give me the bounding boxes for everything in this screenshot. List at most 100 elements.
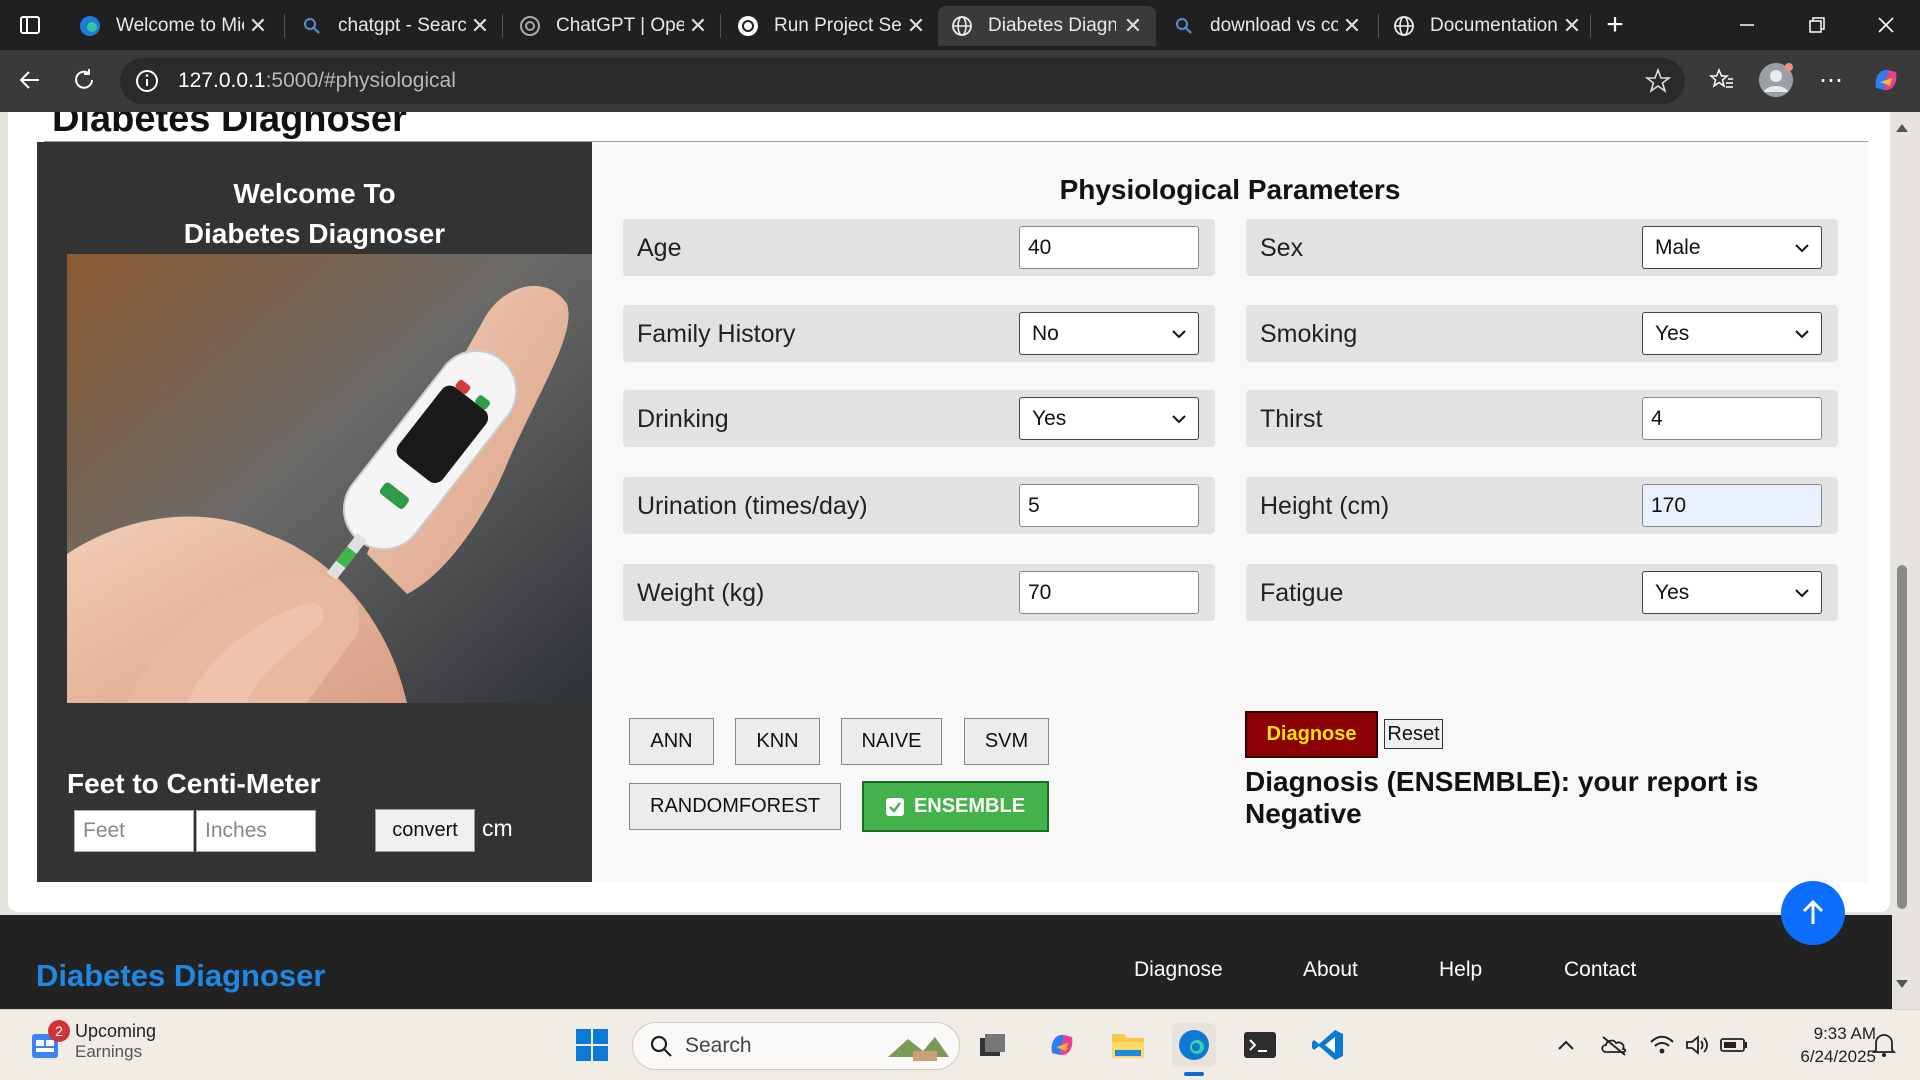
back-icon[interactable] (8, 58, 52, 102)
globe-icon (1392, 14, 1416, 38)
footer-link-diagnose[interactable]: Diagnose (1134, 958, 1223, 982)
tab-actions-icon[interactable] (8, 0, 52, 50)
tab-divider (720, 14, 721, 38)
model-naive-button[interactable]: NAIVE (841, 718, 942, 765)
footer-link-help[interactable]: Help (1439, 958, 1482, 982)
select-value: Yes (1032, 406, 1067, 430)
system-clock[interactable]: 9:33 AM 6/24/2025 (1764, 1022, 1876, 1068)
close-icon[interactable]: ✕ (687, 13, 709, 39)
terminal-icon[interactable] (1238, 1023, 1282, 1067)
restore-icon[interactable] (1795, 0, 1839, 50)
tab-diabetes-diagnoser[interactable]: Diabetes Diagnoser ✕ (938, 6, 1156, 46)
more-menu-icon[interactable]: ⋯ (1809, 58, 1853, 102)
footer-link-about[interactable]: About (1303, 958, 1358, 982)
tab-title: download vs code (1210, 15, 1338, 36)
drinking-select[interactable]: Yes (1019, 397, 1199, 440)
fatigue-select[interactable]: Yes (1642, 571, 1822, 614)
convert-button[interactable]: convert (375, 809, 475, 852)
scroll-up-arrow-icon[interactable] (1895, 122, 1909, 134)
address-bar[interactable]: 127.0.0.1:5000/#physiological (120, 58, 1685, 104)
model-knn-button[interactable]: KNN (735, 718, 820, 765)
thirst-input[interactable]: 4 (1642, 397, 1822, 440)
urination-input[interactable]: 5 (1019, 484, 1199, 527)
reset-button[interactable]: Reset (1384, 719, 1443, 749)
weather-widget-icon[interactable]: 2 (28, 1020, 70, 1062)
profile-avatar-icon[interactable] (1754, 58, 1798, 102)
copilot-icon[interactable] (1864, 58, 1908, 102)
close-icon[interactable]: ✕ (1122, 13, 1144, 39)
model-svm-button[interactable]: SVM (964, 718, 1049, 765)
param-row-height: Height (cm) 170 (1246, 477, 1838, 534)
diagnose-button[interactable]: Diagnose (1245, 711, 1378, 758)
favorites-icon[interactable] (1700, 58, 1744, 102)
tab-welcome[interactable]: Welcome to Microsoft Edge ✕ (66, 6, 281, 46)
sex-select[interactable]: Male (1642, 226, 1822, 269)
unit-label: cm (482, 815, 513, 841)
inches-input[interactable] (196, 810, 316, 852)
scroll-to-top-button[interactable] (1781, 881, 1845, 945)
site-info-icon[interactable] (134, 68, 160, 94)
close-icon[interactable]: ✕ (905, 13, 927, 39)
tab-run-project[interactable]: Run Project Setup ✕ (724, 6, 939, 46)
refresh-icon[interactable] (62, 58, 106, 102)
param-row-age: Age 40 (623, 219, 1215, 276)
smoking-select[interactable]: Yes (1642, 312, 1822, 355)
tab-chatgpt-search[interactable]: chatgpt - Search ✕ (288, 6, 503, 46)
model-ensemble-button[interactable]: ENSEMBLE (862, 781, 1049, 832)
feet-input[interactable] (74, 810, 194, 852)
page-title: Diabetes Diagnoser (52, 112, 407, 140)
widget-text[interactable]: Upcoming Earnings (75, 1021, 156, 1062)
model-label: ENSEMBLE (913, 795, 1026, 817)
favorite-star-icon[interactable] (1644, 67, 1672, 99)
file-explorer-icon[interactable] (1106, 1023, 1150, 1067)
onedrive-icon[interactable] (1592, 1023, 1636, 1067)
tab-title: ChatGPT | OpenAI (556, 15, 684, 36)
widget-subtitle: Earnings (75, 1042, 143, 1061)
model-ann-button[interactable]: ANN (629, 718, 714, 765)
page-scrollbar[interactable] (1892, 112, 1912, 1009)
tab-documentation[interactable]: Documentation ✕ (1380, 6, 1595, 46)
search-icon (650, 1035, 672, 1057)
age-input[interactable]: 40 (1019, 226, 1199, 269)
minimize-icon[interactable] (1725, 0, 1769, 50)
battery-icon[interactable] (1712, 1023, 1756, 1067)
select-value: Yes (1655, 321, 1690, 345)
select-value: No (1032, 321, 1059, 345)
param-label: Fatigue (1260, 579, 1344, 607)
web-page: Diabetes Diagnoser Welcome To Diabetes D… (0, 112, 1920, 1009)
family-history-select[interactable]: No (1019, 312, 1199, 355)
taskbar-search[interactable]: Search (632, 1022, 960, 1070)
close-window-icon[interactable] (1864, 0, 1908, 50)
param-label: Drinking (637, 405, 729, 433)
page-container: Diabetes Diagnoser Welcome To Diabetes D… (8, 112, 1890, 912)
welcome-line: Welcome To (233, 178, 396, 209)
notifications-icon[interactable] (1862, 1023, 1906, 1067)
browser-toolbar: 127.0.0.1:5000/#physiological ⋯ (0, 50, 1920, 112)
new-tab-icon[interactable]: + (1593, 0, 1637, 50)
tab-title: Welcome to Microsoft Edge (116, 15, 244, 36)
show-hidden-icons[interactable] (1544, 1023, 1588, 1067)
close-icon[interactable]: ✕ (1341, 13, 1363, 39)
copilot-taskbar-icon[interactable] (1040, 1023, 1084, 1067)
close-icon[interactable]: ✕ (1561, 13, 1583, 39)
scroll-thumb[interactable] (1897, 565, 1907, 909)
close-icon[interactable]: ✕ (247, 13, 269, 39)
height-input[interactable]: 170 (1642, 484, 1822, 527)
model-randomforest-button[interactable]: RANDOMFOREST (629, 783, 841, 830)
tab-divider (1378, 14, 1379, 38)
task-view-icon[interactable] (970, 1023, 1014, 1067)
start-windows-icon[interactable] (570, 1023, 614, 1067)
footer-brand[interactable]: Diabetes Diagnoser (36, 958, 325, 994)
edge-taskbar-icon[interactable] (1172, 1023, 1216, 1067)
tab-title: chatgpt - Search (338, 15, 466, 36)
browser-tab-bar: Welcome to Microsoft Edge ✕ chatgpt - Se… (0, 0, 1920, 50)
scroll-down-arrow-icon[interactable] (1895, 978, 1909, 990)
checkmark-icon (885, 797, 904, 816)
footer-link-contact[interactable]: Contact (1564, 958, 1636, 982)
vscode-icon[interactable] (1306, 1023, 1350, 1067)
close-icon[interactable]: ✕ (469, 13, 491, 39)
tab-download-vscode[interactable]: download vs code ✕ (1160, 6, 1375, 46)
url-text[interactable]: 127.0.0.1:5000/#physiological (178, 69, 456, 93)
weight-input[interactable]: 70 (1019, 571, 1199, 614)
tab-chatgpt-openai[interactable]: ChatGPT | OpenAI ✕ (506, 6, 721, 46)
